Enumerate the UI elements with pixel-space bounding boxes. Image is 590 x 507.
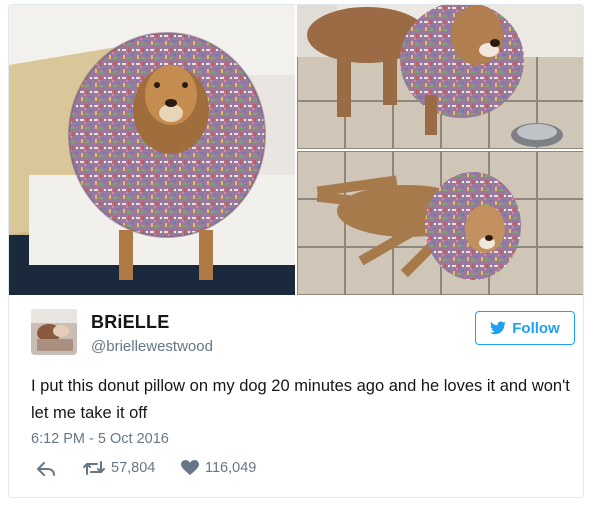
retweet-count: 57,804 <box>111 460 156 476</box>
tweet-photo-1[interactable] <box>9 5 295 295</box>
like-button[interactable]: 116,049 <box>181 460 256 476</box>
tweet-timestamp[interactable]: 6:12 PM - 5 Oct 2016 <box>31 431 169 447</box>
dog-donut-photo-2 <box>297 5 583 149</box>
photo-grid <box>9 5 583 295</box>
like-count: 116,049 <box>205 460 257 476</box>
avatar-image <box>31 309 77 355</box>
author-handle[interactable]: @briellewestwood <box>91 338 213 355</box>
tweet-photo-2[interactable] <box>297 5 583 149</box>
retweet-button[interactable]: 57,804 <box>83 460 155 476</box>
author-name[interactable]: BRiELLE <box>91 312 169 333</box>
tweet-photo-3[interactable] <box>297 151 583 295</box>
dog-donut-photo-3 <box>297 151 583 295</box>
tweet-author: BRiELLE @briellewestwood Follow <box>31 309 575 357</box>
tweet-card: BRiELLE @briellewestwood Follow I put th… <box>8 4 584 498</box>
heart-icon <box>181 460 199 475</box>
reply-button[interactable] <box>37 462 55 476</box>
twitter-bird-icon <box>490 321 507 335</box>
follow-button[interactable]: Follow <box>475 311 575 345</box>
dog-donut-photo-1 <box>9 5 295 295</box>
reply-icon <box>37 462 55 476</box>
avatar[interactable] <box>31 309 77 355</box>
tweet-actions: 57,804 116,049 <box>31 460 431 484</box>
follow-label: Follow <box>512 319 560 337</box>
tweet-text: I put this donut pillow on my dog 20 min… <box>31 377 570 422</box>
retweet-icon <box>83 461 105 475</box>
